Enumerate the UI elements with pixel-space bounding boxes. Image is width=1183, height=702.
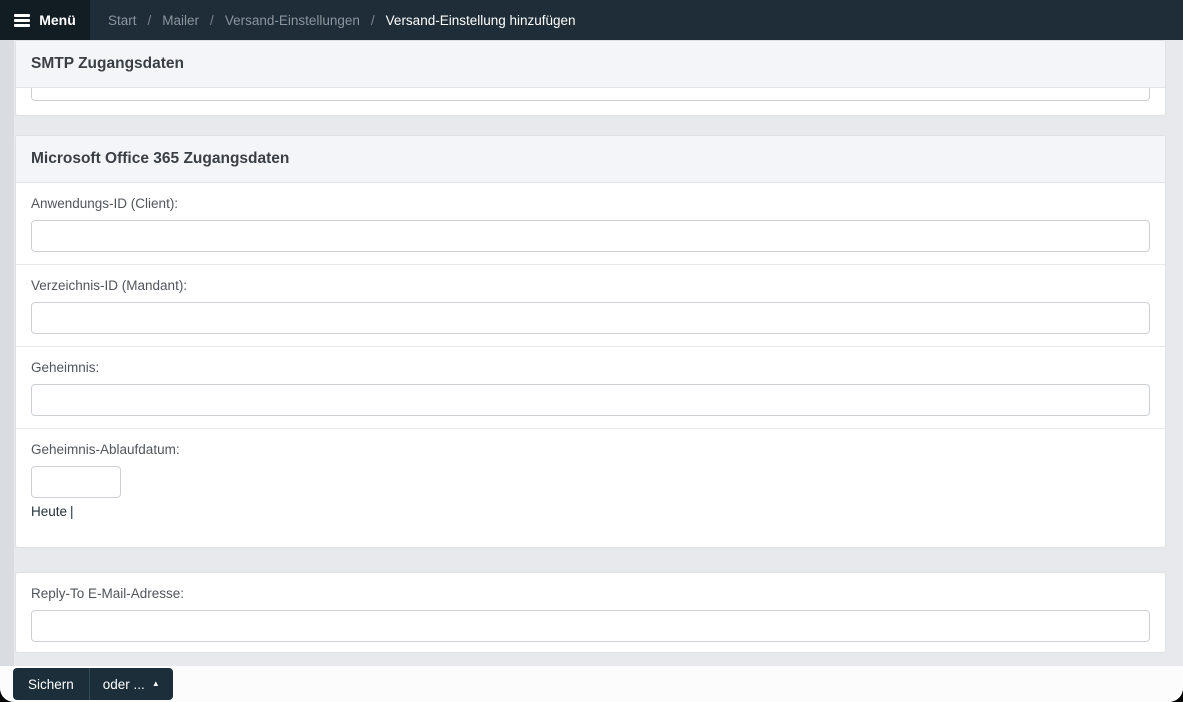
breadcrumb-separator: /	[370, 12, 375, 28]
top-navbar: Menü Start / Mailer / Versand-Einstellun…	[0, 0, 1183, 40]
geheimnis-ablaufdatum-input[interactable]	[31, 466, 121, 498]
reply-to-input[interactable]	[31, 610, 1150, 642]
form-group-geheimnis: Geheimnis:	[16, 346, 1165, 428]
form-group-reply-to: Reply-To E-Mail-Adresse:	[16, 573, 1165, 652]
form-group-verzeichnis-id: Verzeichnis-ID (Mandant):	[16, 264, 1165, 346]
date-shortcuts: Heute |	[31, 504, 1150, 519]
anwendungs-id-label: Anwendungs-ID (Client):	[31, 196, 179, 211]
breadcrumb-mailer[interactable]: Mailer	[162, 13, 199, 28]
panel-office365-zugangsdaten: Microsoft Office 365 Zugangsdaten Anwend…	[15, 135, 1166, 548]
menu-toggle-label: Menü	[39, 12, 76, 28]
menu-toggle-button[interactable]: Menü	[0, 0, 90, 40]
left-scrollbar-track[interactable]	[0, 40, 14, 666]
breadcrumb-separator: /	[210, 12, 214, 28]
breadcrumb-start[interactable]: Start	[108, 13, 137, 28]
form-group-geheimnis-ablaufdatum: Geheimnis-Ablaufdatum: Heute |	[16, 428, 1165, 547]
verzeichnis-id-label: Verzeichnis-ID (Mandant):	[31, 278, 188, 293]
breadcrumb-current-page: Versand-Einstellung hinzufügen	[385, 12, 576, 28]
breadcrumb-versand-einstellungen[interactable]: Versand-Einstellungen	[225, 13, 360, 28]
anwendungs-id-input[interactable]	[31, 220, 1150, 252]
date-shortcut-separator: |	[70, 504, 74, 519]
geheimnis-input[interactable]	[31, 384, 1150, 416]
app-window: Menü Start / Mailer / Versand-Einstellun…	[0, 0, 1183, 702]
heute-link[interactable]: Heute	[31, 504, 67, 519]
smtp-partial-input[interactable]	[31, 88, 1150, 101]
geheimnis-ablaufdatum-label: Geheimnis-Ablaufdatum:	[31, 442, 180, 457]
panel-office365-title: Microsoft Office 365 Zugangsdaten	[16, 136, 1165, 183]
save-button[interactable]: Sichern	[13, 668, 89, 700]
footer-action-bar: Sichern oder ... ▲	[0, 666, 1183, 702]
save-or-dropdown-button[interactable]: oder ... ▲	[88, 668, 173, 700]
save-or-label: oder ...	[102, 676, 145, 692]
panel-reply-to: Reply-To E-Mail-Adresse:	[15, 572, 1166, 653]
panel-smtp-title: SMTP Zugangsdaten	[16, 41, 1165, 88]
verzeichnis-id-input[interactable]	[31, 302, 1150, 334]
breadcrumb-separator: /	[147, 12, 152, 28]
geheimnis-label: Geheimnis:	[31, 360, 100, 375]
form-group-anwendungs-id: Anwendungs-ID (Client):	[16, 183, 1165, 264]
save-button-group: Sichern oder ... ▲	[13, 668, 173, 700]
reply-to-label: Reply-To E-Mail-Adresse:	[31, 586, 185, 601]
breadcrumb: Start / Mailer / Versand-Einstellungen /…	[90, 0, 576, 40]
panel-smtp-zugangsdaten: SMTP Zugangsdaten	[15, 40, 1166, 116]
panel-smtp-clipped-body	[16, 88, 1165, 115]
caret-up-icon: ▲	[151, 679, 160, 688]
hamburger-icon	[14, 13, 31, 27]
